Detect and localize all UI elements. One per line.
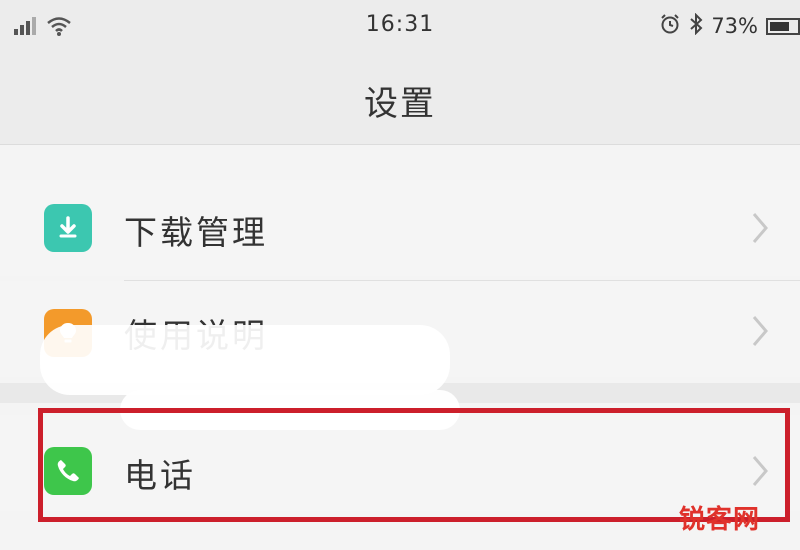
page-title: 设置 bbox=[364, 84, 436, 124]
battery-percent: 73% bbox=[711, 14, 758, 38]
battery-fill bbox=[770, 21, 789, 31]
chevron-right-icon bbox=[752, 213, 768, 243]
alarm-icon bbox=[659, 13, 681, 40]
settings-item-download-management[interactable]: 下载管理 bbox=[0, 180, 800, 276]
redaction-smudge bbox=[40, 325, 450, 395]
chevron-right-icon bbox=[752, 316, 768, 346]
bluetooth-icon bbox=[689, 12, 703, 40]
download-icon bbox=[44, 204, 92, 252]
nav-bar: 设置 bbox=[0, 52, 800, 145]
status-bar: 16:31 73% bbox=[0, 0, 800, 52]
status-right-group: 73% bbox=[659, 11, 800, 41]
watermark: 锐客网 bbox=[678, 505, 760, 535]
highlight-annotation-box bbox=[38, 408, 790, 522]
settings-item-label: 下载管理 bbox=[124, 213, 268, 252]
battery-icon bbox=[766, 17, 800, 35]
